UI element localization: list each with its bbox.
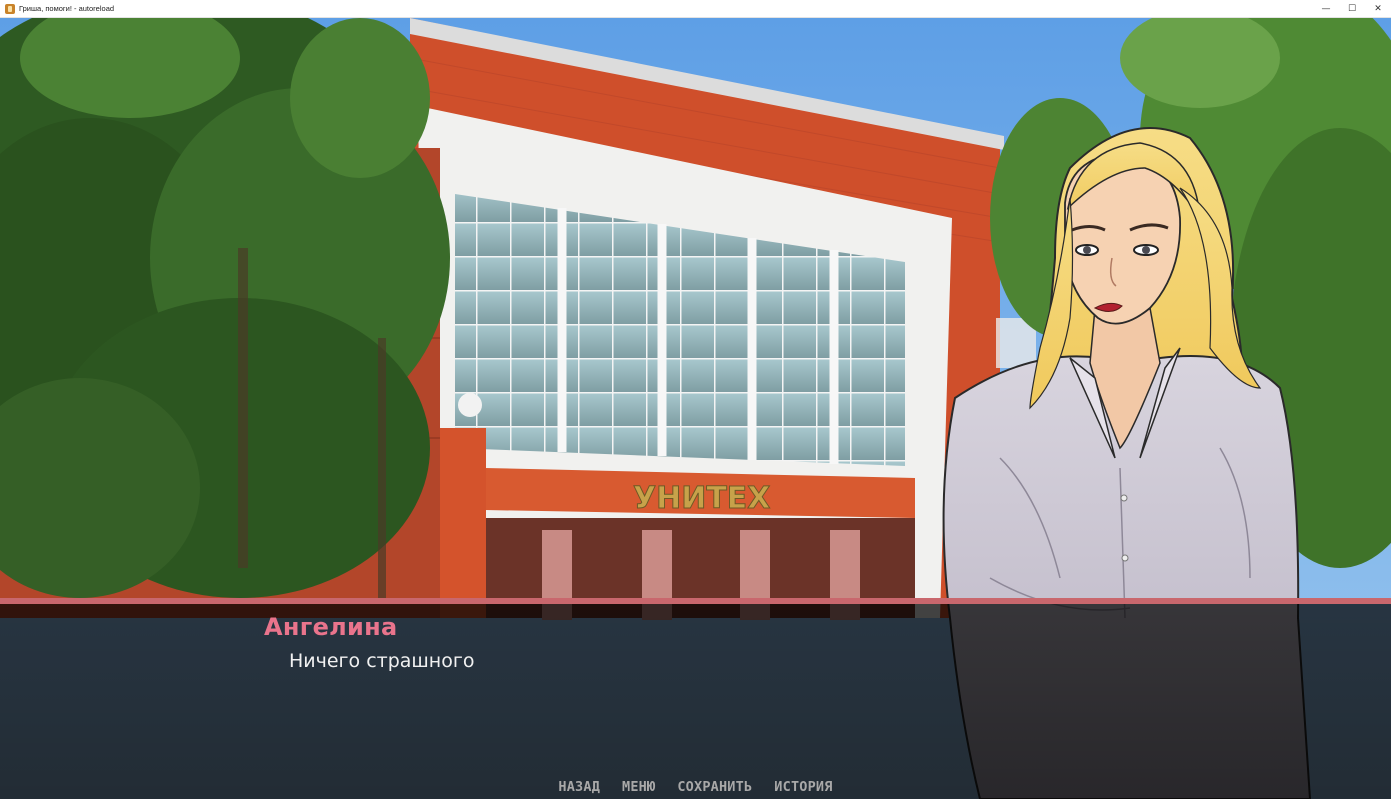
window-controls: — ☐ ✕ [1313, 0, 1391, 17]
window-title-bar: Гриша, помоги! - autoreload — ☐ ✕ [0, 0, 1391, 18]
dialogue-accent-bar [0, 598, 1391, 604]
save-button[interactable]: сохранить [677, 779, 752, 795]
quick-menu: назад меню сохранить история [0, 779, 1391, 795]
dialogue-box[interactable] [0, 598, 1391, 799]
menu-button[interactable]: меню [622, 779, 655, 795]
dialogue-text: Ничего страшного [289, 650, 475, 672]
app-icon [5, 3, 15, 14]
window-title: Гриша, помоги! - autoreload [19, 4, 115, 13]
close-button[interactable]: ✕ [1365, 0, 1391, 17]
back-button[interactable]: назад [558, 779, 600, 795]
maximize-button[interactable]: ☐ [1339, 0, 1365, 17]
left-tree [0, 18, 450, 598]
building-sign: УНИТЕХ [633, 481, 770, 516]
speaker-name: Ангелина [264, 613, 398, 641]
history-button[interactable]: история [774, 779, 832, 795]
minimize-button[interactable]: — [1313, 0, 1339, 17]
